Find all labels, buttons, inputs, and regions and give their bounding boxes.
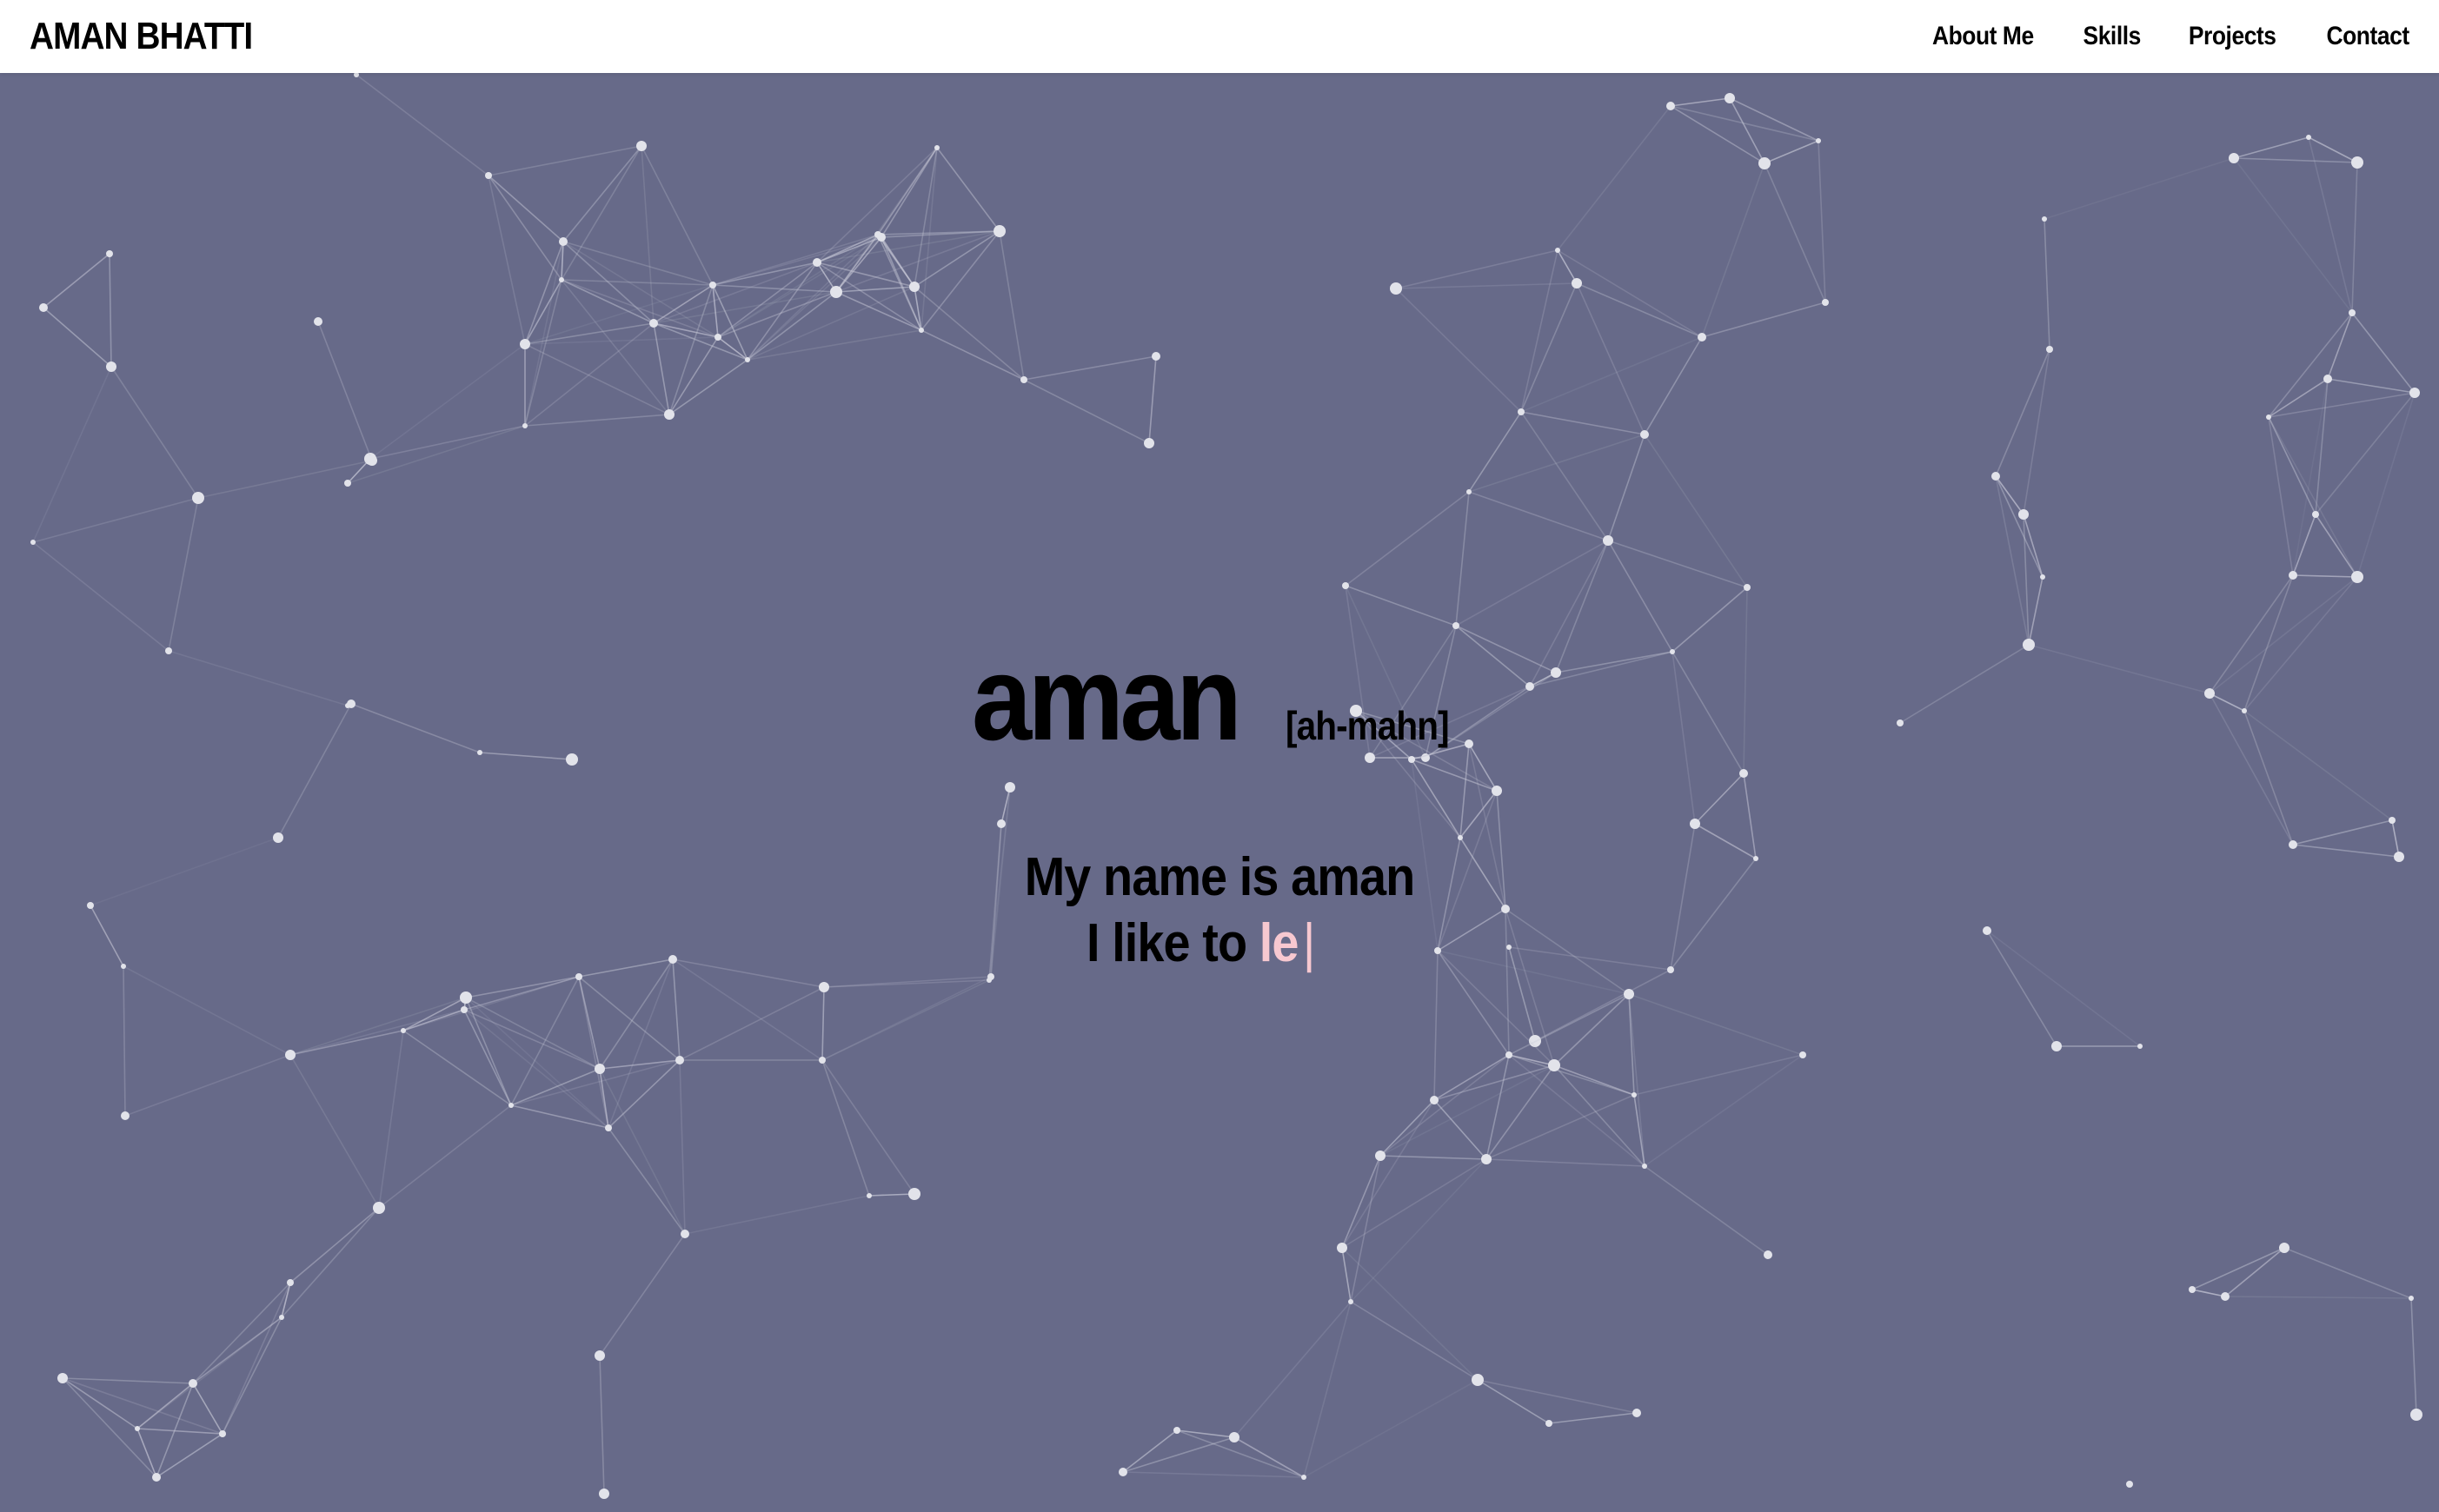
navbar: AMAN BHATTI About Me Skills Projects Con…	[0, 0, 2439, 73]
hero-section: aman [ah-mahn] My name is aman I like to…	[0, 73, 2439, 1512]
nav-skills[interactable]: Skills	[2083, 22, 2142, 51]
typed-text: le	[1259, 913, 1299, 973]
hero-subtitle: My name is aman	[1024, 847, 1415, 907]
nav-links: About Me Skills Projects Contact	[1887, 9, 2415, 64]
nav-projects[interactable]: Projects	[2189, 22, 2276, 51]
typing-cursor: |	[1302, 913, 1316, 973]
brand-logo[interactable]: AMAN BHATTI	[30, 9, 253, 64]
nav-about-me[interactable]: About Me	[1932, 22, 2034, 51]
hero-title: aman	[972, 632, 1242, 766]
tagline-prefix: I like to	[1087, 913, 1259, 973]
hero-tagline: I like to le|	[1087, 909, 1315, 978]
title-row: aman [ah-mahn]	[972, 629, 1471, 768]
nav-contact[interactable]: Contact	[2326, 22, 2409, 51]
pronunciation: [ah-mahn]	[1285, 703, 1450, 748]
hero-content: aman [ah-mahn] My name is aman I like to…	[0, 73, 2439, 1512]
